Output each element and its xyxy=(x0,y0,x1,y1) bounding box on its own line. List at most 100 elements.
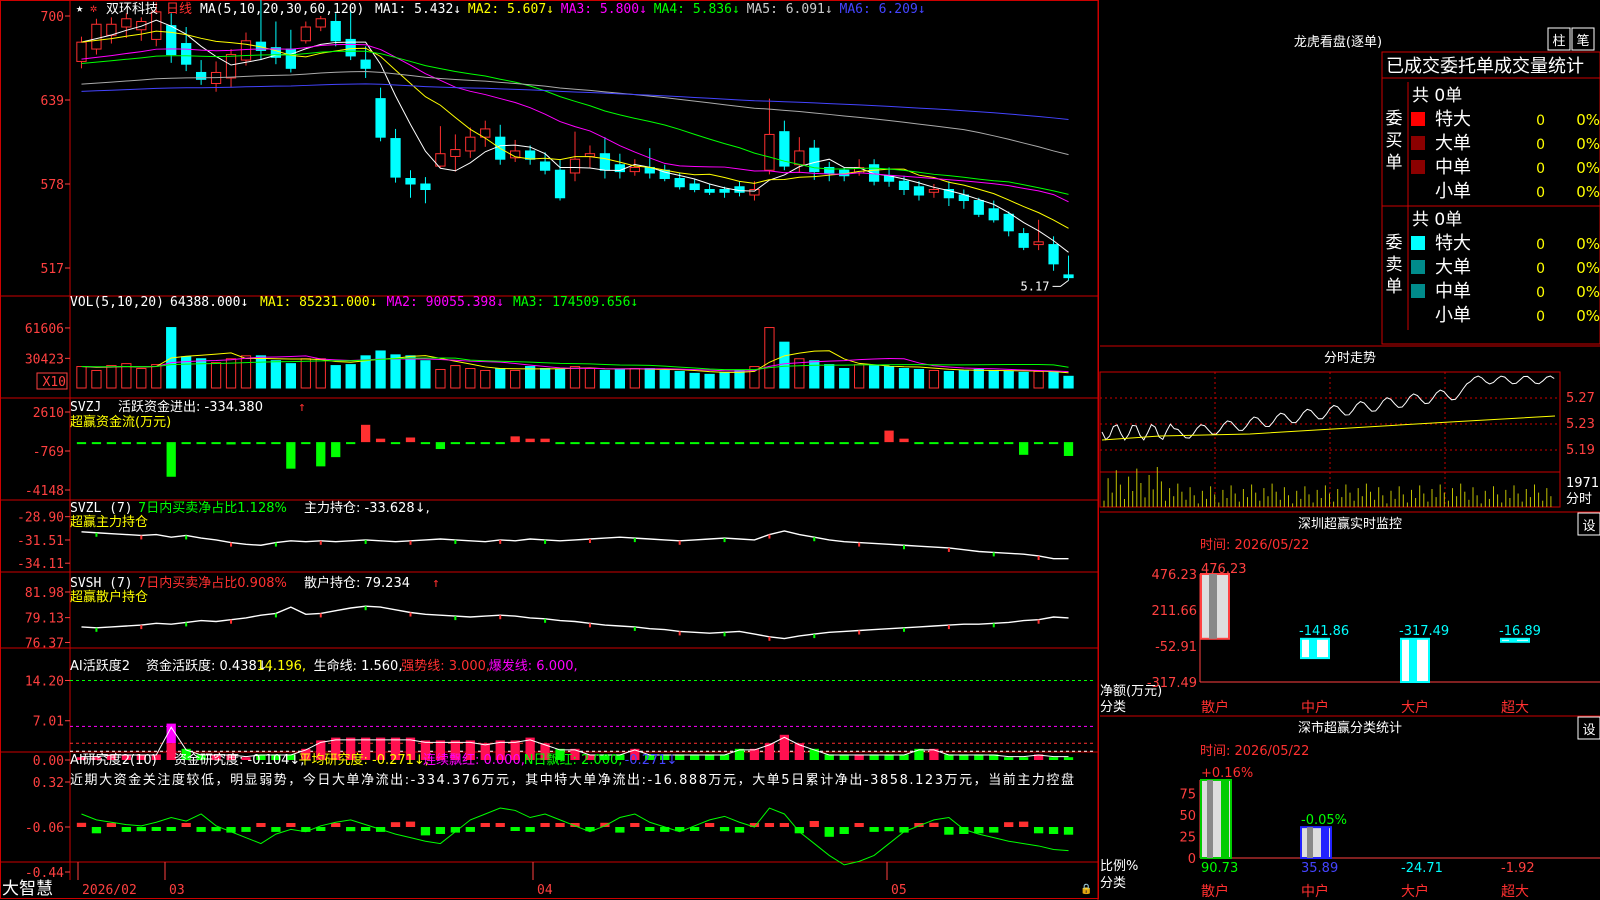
svsh-tick-bar xyxy=(992,623,995,628)
vol-bar xyxy=(764,327,775,389)
svzj-bar xyxy=(914,442,924,445)
svzj-tick: -4148 xyxy=(25,484,64,499)
svzj-arrow: ↑ xyxy=(298,400,306,415)
ai-research-bar xyxy=(540,823,550,827)
vol-bar xyxy=(405,355,416,389)
svzj-bar xyxy=(346,442,356,445)
ai-activity-tick: 7.01 xyxy=(33,715,64,730)
vol-bar xyxy=(1063,375,1074,389)
svzj-bar xyxy=(1033,442,1044,445)
ai-research-value: N日飘红: 2.000, xyxy=(524,752,623,768)
candle-body xyxy=(360,59,371,69)
buy-row-count: 0 xyxy=(1536,113,1545,129)
candle-body xyxy=(704,189,715,193)
svzj-bar xyxy=(226,442,236,445)
ma-value: MA2: 5.607↓ xyxy=(468,2,554,17)
vol-bar xyxy=(524,366,536,389)
svzl-tick-bar xyxy=(723,538,726,543)
main-chart[interactable]: 7006395785177.005.17★✲双环科技日线MA(5,10,20,3… xyxy=(0,0,1100,900)
svsh-tick-bar xyxy=(499,615,502,620)
candle-body xyxy=(166,25,177,56)
intraday-title: 分时走势 xyxy=(1324,350,1376,366)
vol-series-label: MA1: 85231.000↓ xyxy=(260,295,377,310)
ai-activity-value: 资金活跃度: 0.438↓, xyxy=(146,658,272,674)
intraday-tick: 5.27 xyxy=(1566,391,1595,406)
candle-body xyxy=(584,153,596,157)
candle-body xyxy=(315,18,326,28)
ai-research-bar xyxy=(1063,827,1074,835)
ai-research-bar xyxy=(824,827,834,837)
sz-bar-stripe xyxy=(1509,638,1517,642)
svzl-tick-bar xyxy=(364,539,367,544)
svzj-bar xyxy=(764,442,775,445)
buy-row-count: 0 xyxy=(1536,161,1545,177)
svzj-bar xyxy=(540,438,550,443)
sz-bar xyxy=(1400,637,1430,684)
vol-bar xyxy=(495,368,506,389)
vol-bar xyxy=(1048,371,1059,389)
ai-bar xyxy=(749,748,760,760)
ai-research-bar xyxy=(420,827,431,836)
candle-body xyxy=(181,43,192,65)
sell-row-pct: 0% xyxy=(1576,307,1600,325)
svzl-subtitle: 超赢主力持仓 xyxy=(70,514,148,530)
svzj-bar xyxy=(480,442,490,445)
vol-series-label: MA2: 90055.398↓ xyxy=(387,295,504,310)
candle-body xyxy=(285,48,296,69)
vol-bar xyxy=(315,358,326,389)
svzj-bar xyxy=(600,442,610,445)
sz-ylabel: 净额(万元) xyxy=(1100,684,1162,699)
stock-name: 双环科技 xyxy=(106,2,158,17)
vol-bar xyxy=(554,368,566,389)
sell-row-pct: 0% xyxy=(1576,283,1600,301)
vol-bar xyxy=(76,366,87,389)
sell-row-pct: 0% xyxy=(1576,235,1600,253)
svzj-bar xyxy=(959,442,969,445)
svzj-bar xyxy=(286,442,296,469)
svzj-bar xyxy=(734,442,745,445)
sz-bar-label: -16.89 xyxy=(1499,624,1541,639)
buy-row-pct: 0% xyxy=(1576,183,1600,201)
svzj-bar xyxy=(316,442,326,467)
vol-bar xyxy=(719,371,730,389)
svsh-tick-bar xyxy=(858,630,861,635)
lhb-title: 龙虎看盘(逐单) xyxy=(1294,34,1382,50)
ai-research-bar xyxy=(1048,827,1059,834)
period-label: 日线 xyxy=(166,2,192,17)
ai-bar xyxy=(734,748,745,760)
ai-research-bar xyxy=(181,823,191,827)
lock-icon: 🔒 xyxy=(1080,883,1092,895)
svzj-bar xyxy=(405,437,416,443)
svzj-bar xyxy=(76,442,87,445)
cls-category: 超大 xyxy=(1501,884,1529,900)
ai-research-bar xyxy=(734,827,745,833)
price-tick: 700 xyxy=(41,10,64,25)
svzl-rate: 7日内买卖净占比1.128% xyxy=(138,500,287,516)
svzj-bar xyxy=(929,442,939,445)
svzj-tick: 2610 xyxy=(33,406,64,421)
sell-row-label: 特大 xyxy=(1435,233,1471,254)
vol-bar xyxy=(510,369,521,389)
svsh-line xyxy=(81,605,1069,640)
x-tick-label: 05 xyxy=(891,883,907,898)
svsh-tick-bar xyxy=(813,634,816,639)
sz-settings: 设 xyxy=(1582,519,1595,534)
buy-group-label: 买 xyxy=(1386,131,1403,151)
svzj-bar xyxy=(944,442,954,445)
svzl-tick-bar xyxy=(903,545,906,550)
ma-value: MA6: 6.209↓ xyxy=(840,2,926,17)
ai-activity-title: AI活跃度2 xyxy=(70,658,130,674)
cls-ylabel: 比例% xyxy=(1100,859,1138,874)
cls-date: 时间: 2026/05/22 xyxy=(1200,744,1309,759)
cls-bar-stripe xyxy=(1307,827,1313,858)
svsh-hold: 散户持仓: 79.234 xyxy=(304,575,410,591)
ai-research-bar xyxy=(495,823,505,827)
ai-research-bar xyxy=(465,827,475,832)
sz-xtitle: 分类 xyxy=(1100,700,1126,715)
vol-bar xyxy=(614,368,626,389)
cls-bar xyxy=(1300,826,1332,859)
ai-research-bar xyxy=(390,822,401,827)
cls-tick: 25 xyxy=(1179,831,1196,846)
svsh-tick-bar xyxy=(454,616,457,621)
table-tabs: 已成交委托单成交量统计 xyxy=(1386,56,1584,77)
